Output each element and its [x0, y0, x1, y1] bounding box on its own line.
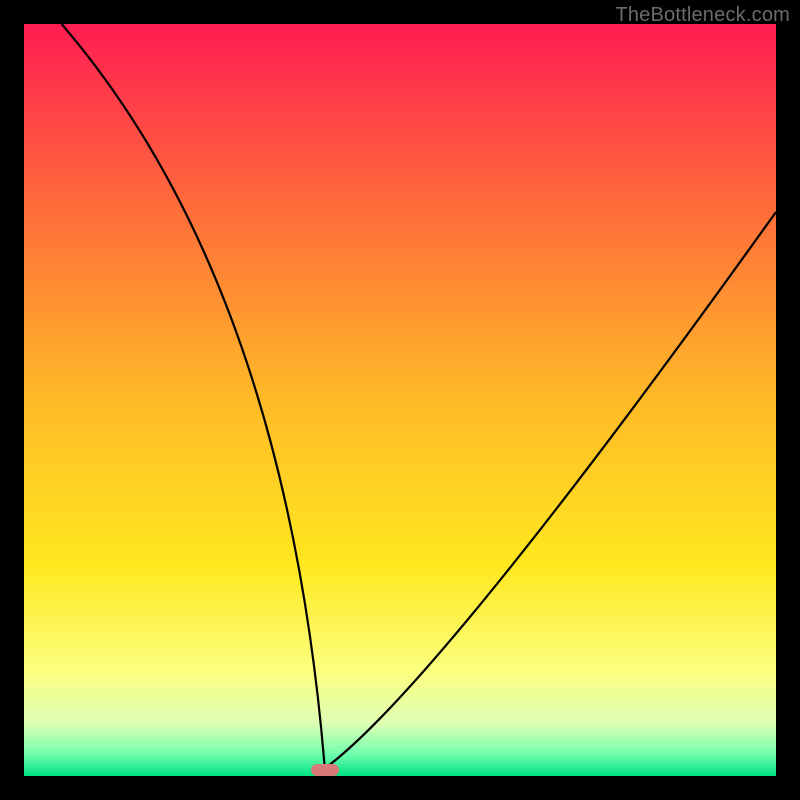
watermark-text: TheBottleneck.com	[615, 4, 790, 27]
bottleneck-curve	[24, 24, 776, 776]
plot-area	[24, 24, 776, 776]
optimal-point-marker	[311, 764, 339, 776]
chart-frame: TheBottleneck.com	[0, 0, 800, 800]
